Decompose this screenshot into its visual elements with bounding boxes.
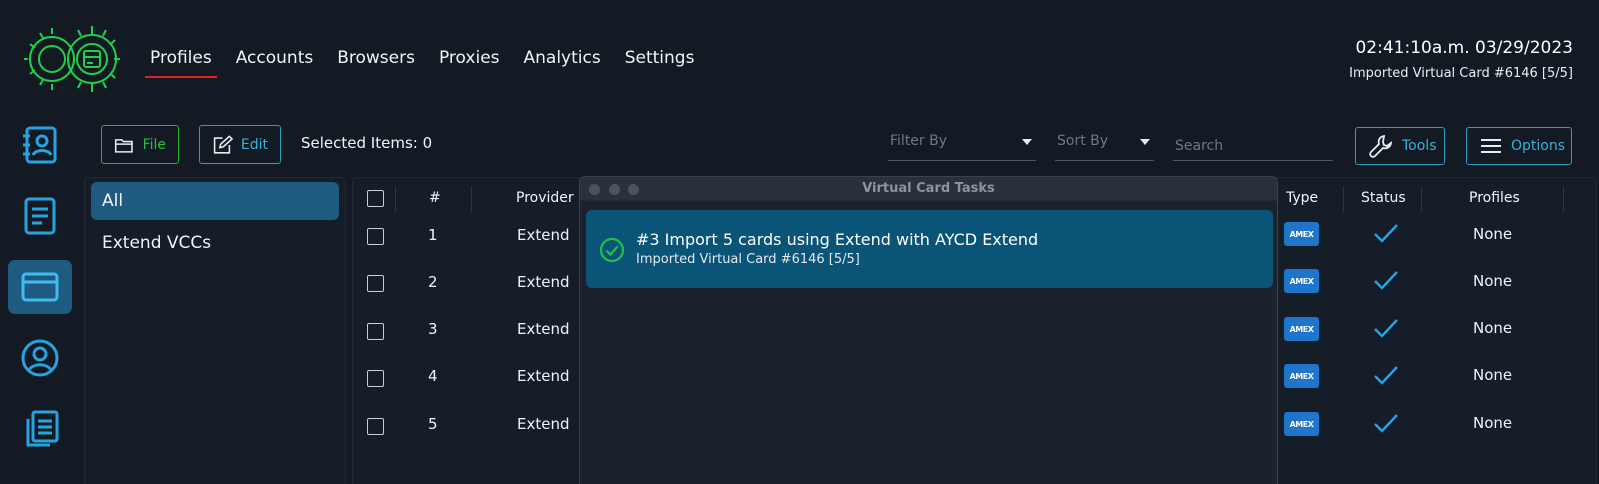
row-number: 2 — [428, 273, 438, 291]
edit-button[interactable]: Edit — [199, 125, 281, 164]
row-checkbox[interactable] — [367, 418, 384, 435]
hamburger-menu-icon — [1481, 139, 1501, 153]
select-all-checkbox[interactable] — [367, 190, 384, 207]
nav-accounts[interactable]: Accounts — [236, 46, 314, 74]
rail-copies[interactable] — [8, 402, 72, 456]
top-nav: Profiles Accounts Browsers Proxies Analy… — [145, 46, 718, 78]
column-divider — [1343, 186, 1344, 212]
side-rail — [8, 118, 74, 473]
row-number: 1 — [428, 226, 438, 244]
check-icon — [1374, 319, 1398, 338]
credit-card-icon — [21, 272, 59, 302]
tools-button[interactable]: Tools — [1355, 127, 1445, 165]
app-logo — [22, 24, 124, 94]
header-status: Imported Virtual Card #6146 [5/5] — [1349, 66, 1573, 81]
contacts-book-icon — [23, 126, 57, 164]
caret-down-icon — [1140, 139, 1150, 145]
header-number: # — [429, 190, 441, 206]
virtual-card-tasks-window: Virtual Card Tasks #3 Import 5 cards usi… — [579, 176, 1278, 484]
nav-analytics[interactable]: Analytics — [524, 46, 601, 74]
row-provider: Extend — [517, 367, 570, 385]
window-title: Virtual Card Tasks — [862, 181, 995, 196]
nav-proxies[interactable]: Proxies — [439, 46, 500, 74]
user-circle-icon — [21, 339, 59, 377]
row-number: 3 — [428, 320, 438, 338]
row-provider: Extend — [517, 273, 570, 291]
column-divider — [1563, 186, 1564, 212]
row-profiles: None — [1473, 319, 1513, 337]
tools-button-label: Tools — [1402, 138, 1437, 154]
rail-contacts[interactable] — [8, 118, 72, 172]
edit-icon — [213, 134, 233, 154]
amex-card-icon: AMEX — [1284, 269, 1319, 293]
rail-cards[interactable] — [8, 260, 72, 314]
folder-icon — [114, 138, 133, 153]
search-input[interactable] — [1173, 131, 1333, 161]
header-profiles: Profiles — [1469, 190, 1520, 206]
file-button-label: File — [142, 136, 166, 153]
header-status: Status — [1361, 190, 1406, 206]
edit-button-label: Edit — [240, 136, 268, 153]
header-provider: Provider — [516, 190, 574, 206]
row-profiles: None — [1473, 366, 1513, 384]
task-title: #3 Import 5 cards using Extend with AYCD… — [636, 230, 1039, 249]
column-divider — [395, 186, 396, 212]
check-icon — [1374, 366, 1398, 385]
header-clock: 02:41:10a.m. 03/29/2023 — [1355, 38, 1573, 58]
check-icon — [1374, 271, 1398, 290]
window-titlebar[interactable]: Virtual Card Tasks — [580, 177, 1277, 201]
rail-documents[interactable] — [8, 189, 72, 243]
amex-card-icon: AMEX — [1284, 364, 1319, 388]
filter-by-dropdown[interactable]: Filter By — [888, 133, 1036, 161]
sort-by-placeholder: Sort By — [1057, 133, 1109, 149]
copy-documents-icon — [26, 410, 59, 447]
groups-panel: All Extend VCCs — [84, 177, 346, 484]
column-divider — [471, 186, 472, 212]
check-icon — [1374, 224, 1398, 243]
row-number: 4 — [428, 367, 438, 385]
row-profiles: None — [1473, 414, 1513, 432]
caret-down-icon — [1022, 139, 1032, 145]
nav-profiles[interactable]: Profiles — [145, 46, 217, 78]
amex-card-icon: AMEX — [1284, 317, 1319, 341]
amex-card-icon: AMEX — [1284, 412, 1319, 436]
selected-items-count: Selected Items: 0 — [301, 134, 433, 152]
amex-card-icon: AMEX — [1284, 222, 1319, 246]
header-type: Type — [1286, 190, 1319, 206]
column-divider — [1421, 186, 1422, 212]
row-provider: Extend — [517, 226, 570, 244]
row-checkbox[interactable] — [367, 275, 384, 292]
row-checkbox[interactable] — [367, 323, 384, 340]
filter-by-placeholder: Filter By — [890, 133, 948, 149]
row-checkbox[interactable] — [367, 370, 384, 387]
check-icon — [1374, 414, 1398, 433]
file-button[interactable]: File — [101, 125, 179, 164]
row-profiles: None — [1473, 272, 1513, 290]
row-checkbox[interactable] — [367, 228, 384, 245]
document-icon — [24, 197, 56, 235]
sort-by-dropdown[interactable]: Sort By — [1055, 133, 1154, 161]
options-button-label: Options — [1511, 138, 1566, 154]
options-button[interactable]: Options — [1466, 127, 1572, 165]
row-provider: Extend — [517, 415, 570, 433]
nav-browsers[interactable]: Browsers — [337, 46, 415, 74]
row-profiles: None — [1473, 225, 1513, 243]
row-number: 5 — [428, 415, 438, 433]
wrench-icon — [1369, 134, 1393, 158]
group-item-extend-vccs[interactable]: Extend VCCs — [91, 224, 339, 262]
rail-user[interactable] — [8, 331, 72, 385]
task-item[interactable]: #3 Import 5 cards using Extend with AYCD… — [586, 210, 1273, 288]
task-status: Imported Virtual Card #6146 [5/5] — [636, 252, 860, 267]
check-circle-icon — [599, 237, 625, 263]
row-provider: Extend — [517, 320, 570, 338]
nav-settings[interactable]: Settings — [625, 46, 695, 74]
group-item-all[interactable]: All — [91, 182, 339, 220]
